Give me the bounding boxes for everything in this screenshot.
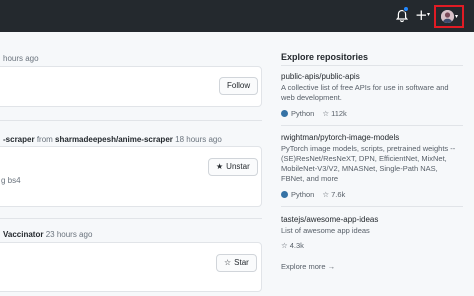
star-icon: ☆ [322,109,330,118]
chevron-down-icon[interactable]: ▾ [427,11,430,18]
sidebar-divider [281,206,463,207]
explore-repo-meta: Python ☆ 7.6k [281,190,345,200]
feed-item-time: 23 hours ago [45,230,93,239]
explore-repo-link[interactable]: tastejs/awesome-app-ideas [281,215,378,225]
explore-repositories-title: Explore repositories [281,52,369,62]
language-color-dot [281,110,288,117]
feed-divider [0,218,262,219]
repo-description: g bs4 [1,176,21,185]
explore-repo-description: PyTorch image models, scripts, pretraine… [281,144,456,183]
star-icon: ☆ [281,241,288,250]
follow-button-label: Follow [227,81,251,90]
explore-repo-description: A collective list of free APIs for use i… [281,83,449,102]
feed-divider [0,120,262,121]
user-card: Follow [0,66,262,107]
unstar-button-label: Unstar [226,162,250,171]
follow-button[interactable]: Follow [219,77,259,95]
explore-repo-description: List of awesome app ideas [281,226,370,235]
avatar-image [441,10,454,23]
repo-link[interactable]: Vaccinator [3,230,43,239]
star-filled-icon: ★ [216,162,224,171]
repo-stars[interactable]: 112k [331,109,347,118]
avatar[interactable] [441,10,454,23]
feed-item-header: Vaccinator 23 hours ago [3,230,92,240]
source-repo-link[interactable]: sharmadeepesh/anime-scraper [55,135,173,144]
explore-repo-meta: Python ☆ 112k [281,109,347,119]
repo-stars[interactable]: 7.6k [331,190,345,199]
feed-item-header: -scraper from sharmadeepesh/anime-scrape… [3,135,222,145]
repo-card: g bs4 ★ Unstar [0,146,262,207]
feed-item-time: hours ago [3,54,39,63]
repo-language: Python [291,190,315,199]
repo-card: ☆ Star [0,242,262,292]
repo-link[interactable]: -scraper [3,135,35,144]
sidebar-divider [281,125,463,126]
explore-repo-meta: ☆ 4.3k [281,241,304,251]
star-button-label: Star [234,258,249,267]
user-menu-button[interactable]: ▾ [434,5,464,28]
explore-more-link[interactable]: Explore more → [281,262,335,271]
explore-repo-link[interactable]: public-apis/public-apis [281,72,360,82]
explore-repo-link[interactable]: rwightman/pytorch-image-models [281,133,399,143]
repo-language: Python [291,109,315,118]
plus-icon[interactable]: + [415,6,428,24]
star-icon: ☆ [224,258,232,267]
unstar-button[interactable]: ★ Unstar [208,158,258,176]
language-color-dot [281,191,288,198]
sidebar-divider [281,65,463,66]
feed-item-time: 18 hours ago [175,135,222,144]
repo-stars[interactable]: 4.3k [290,241,304,250]
star-button[interactable]: ☆ Star [216,254,257,272]
feed-connector: from [36,135,53,144]
chevron-down-icon[interactable]: ▾ [455,13,458,20]
star-icon: ☆ [322,190,330,199]
notification-indicator [403,6,409,12]
